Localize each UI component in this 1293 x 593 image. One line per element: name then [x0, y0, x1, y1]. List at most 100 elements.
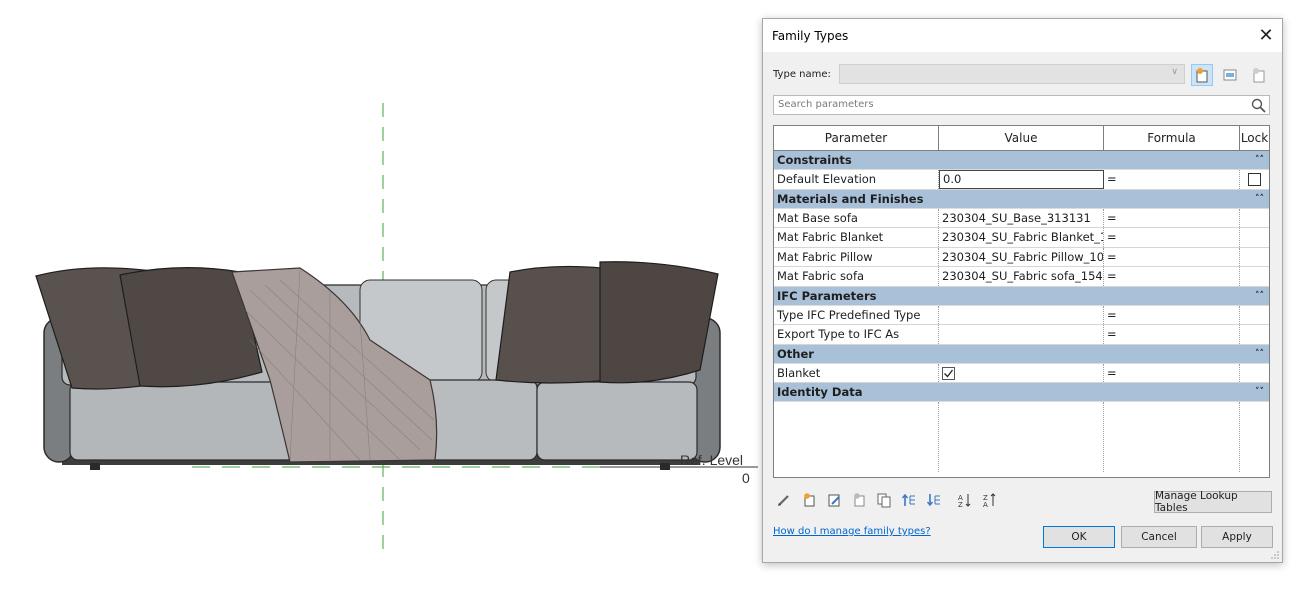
value-input[interactable]: 0.0 [939, 170, 1104, 189]
group-constraints[interactable]: Constraints ˄˄ [774, 151, 1269, 170]
formula-cell[interactable]: = [1104, 247, 1240, 266]
svg-text:A: A [983, 501, 988, 508]
value-cell[interactable]: 230304_SU_Fabric sofa_154 [939, 267, 1104, 286]
parameter-name: Export Type to IFC As [774, 325, 939, 344]
dialog-title-bar[interactable]: Family Types ✕ [763, 19, 1282, 52]
formula-cell[interactable]: = [1104, 325, 1240, 344]
formula-cell[interactable]: = [1104, 305, 1240, 324]
copy-parameter-button[interactable] [873, 489, 895, 511]
new-parameter-icon [804, 493, 815, 507]
lock-cell [1240, 325, 1269, 344]
blanket-checkbox[interactable] [942, 366, 955, 380]
formula-cell[interactable]: = [1104, 363, 1240, 382]
value-cell[interactable] [939, 363, 1104, 382]
collapse-icon[interactable]: ˄˄ [1255, 287, 1264, 306]
rename-type-button[interactable] [1219, 64, 1241, 86]
delete-type-button[interactable] [1247, 64, 1269, 86]
expand-icon[interactable]: ˅˅ [1255, 383, 1264, 402]
apply-button[interactable]: Apply [1201, 526, 1273, 548]
pencil-icon [778, 495, 789, 506]
lock-cell [1240, 306, 1269, 325]
delete-parameter-icon [854, 493, 865, 507]
parameter-name: Default Elevation [774, 170, 939, 189]
sort-descending-icon: ZA [983, 493, 996, 508]
parameter-name: Type IFC Predefined Type [774, 305, 939, 324]
delete-type-icon [1253, 68, 1265, 83]
column-header-parameter[interactable]: Parameter [774, 126, 939, 150]
search-icon[interactable] [1249, 96, 1269, 116]
cancel-button[interactable]: Cancel [1121, 526, 1197, 548]
lock-cell [1240, 364, 1269, 383]
parameter-name: Blanket [774, 363, 939, 382]
column-header-lock[interactable]: Lock [1240, 126, 1269, 150]
seat-cushion-right [536, 381, 698, 461]
formula-cell[interactable]: = [1104, 208, 1240, 227]
column-header-formula[interactable]: Formula [1104, 126, 1240, 150]
copy-icon [877, 493, 891, 508]
value-cell[interactable]: 230304_SU_Base_313131 [939, 208, 1104, 227]
lock-checkbox[interactable] [1248, 173, 1261, 186]
param-row-mat-base-sofa[interactable]: Mat Base sofa 230304_SU_Base_313131 = [774, 208, 1269, 228]
close-button[interactable]: ✕ [1250, 19, 1282, 52]
close-icon: ✕ [1258, 25, 1274, 46]
sort-descending-button[interactable]: ZA [979, 489, 1001, 511]
grid-empty-area [774, 402, 1269, 472]
sort-ascending-button[interactable]: AZ [954, 489, 976, 511]
ok-button[interactable]: OK [1043, 526, 1115, 548]
param-row-mat-fabric-pillow[interactable]: Mat Fabric Pillow 230304_SU_Fabric Pillo… [774, 247, 1269, 267]
lock-cell[interactable] [1240, 170, 1269, 189]
move-down-icon [926, 494, 940, 507]
group-label: Other [777, 346, 814, 361]
value-cell[interactable]: 230304_SU_Fabric Blanket_1 [939, 228, 1104, 247]
rename-type-icon [1223, 69, 1237, 81]
formula-cell[interactable]: = [1104, 170, 1240, 189]
type-name-dropdown[interactable]: ∨ [839, 64, 1185, 84]
group-label: Materials and Finishes [777, 191, 924, 206]
dialog-title: Family Types [772, 29, 849, 43]
parameter-toolbar: AZ ZA [773, 489, 1004, 511]
collapse-icon[interactable]: ˄˄ [1255, 190, 1264, 209]
collapse-icon[interactable]: ˄˄ [1255, 151, 1264, 170]
manage-lookup-tables-button[interactable]: Manage Lookup Tables [1154, 490, 1272, 514]
resize-grip-icon[interactable] [1270, 550, 1280, 560]
formula-cell[interactable]: = [1104, 228, 1240, 247]
lock-cell [1240, 209, 1269, 228]
param-row-blanket[interactable]: Blanket = [774, 363, 1269, 383]
group-identity-data[interactable]: Identity Data ˅˅ [774, 383, 1269, 402]
pillow-right-2 [599, 261, 719, 384]
lock-cell [1240, 228, 1269, 247]
column-header-value[interactable]: Value [939, 126, 1104, 150]
param-row-type-ifc-predefined[interactable]: Type IFC Predefined Type = [774, 305, 1269, 325]
edit-parameter-button[interactable] [773, 489, 795, 511]
parameter-name: Mat Fabric Pillow [774, 247, 939, 266]
modify-parameter-button[interactable] [823, 489, 845, 511]
new-parameter-button[interactable] [798, 489, 820, 511]
collapse-icon[interactable]: ˄˄ [1255, 345, 1264, 364]
group-materials-finishes[interactable]: Materials and Finishes ˄˄ [774, 189, 1269, 209]
param-row-mat-fabric-blanket[interactable]: Mat Fabric Blanket 230304_SU_Fabric Blan… [774, 228, 1269, 248]
parameters-grid[interactable]: Parameter Value Formula Lock Constraints… [773, 125, 1270, 478]
new-type-button[interactable] [1191, 64, 1213, 86]
param-row-default-elevation[interactable]: Default Elevation 0.0 = [774, 170, 1269, 190]
move-up-button[interactable] [898, 489, 920, 511]
group-ifc-parameters[interactable]: IFC Parameters ˄˄ [774, 286, 1269, 306]
param-row-export-type-ifc[interactable]: Export Type to IFC As = [774, 325, 1269, 345]
move-down-button[interactable] [923, 489, 945, 511]
param-row-mat-fabric-sofa[interactable]: Mat Fabric sofa 230304_SU_Fabric sofa_15… [774, 267, 1269, 287]
delete-parameter-button[interactable] [848, 489, 870, 511]
search-parameters-input[interactable]: Search parameters [773, 95, 1270, 115]
value-cell[interactable] [939, 305, 1104, 324]
group-other[interactable]: Other ˄˄ [774, 344, 1269, 364]
drawing-canvas[interactable]: Ref. Level 0 [0, 0, 760, 590]
help-link[interactable]: How do I manage family types? [773, 526, 931, 537]
new-type-icon [1196, 68, 1208, 83]
group-label: IFC Parameters [777, 288, 877, 303]
value-cell[interactable] [939, 325, 1104, 344]
sort-ascending-icon: AZ [958, 494, 971, 508]
level-elevation-label: 0 [742, 470, 750, 486]
formula-cell[interactable]: = [1104, 267, 1240, 286]
modify-parameter-icon [828, 494, 840, 507]
group-label: Identity Data [777, 385, 863, 399]
value-cell[interactable]: 230304_SU_Fabric Pillow_10 [939, 247, 1104, 266]
lock-cell [1240, 248, 1269, 267]
